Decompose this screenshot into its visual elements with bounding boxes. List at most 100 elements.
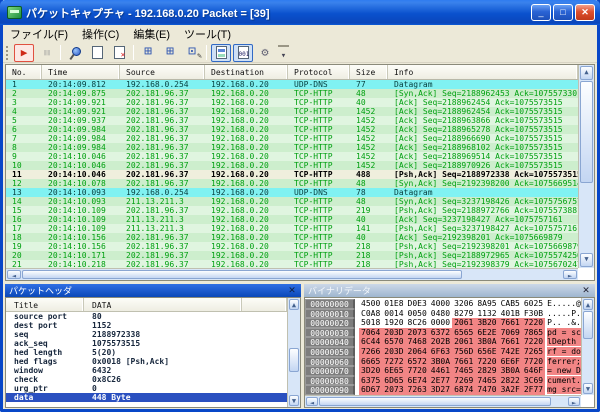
minimize-button[interactable]: _ — [531, 4, 551, 21]
header-column-data[interactable]: DATA — [84, 298, 242, 311]
hex-offset[interactable]: 00000050 — [305, 347, 355, 357]
column-header-source[interactable]: Source — [120, 65, 205, 79]
packet-row[interactable]: 820:14:09.984202.181.96.37192.168.0.20TC… — [6, 143, 578, 152]
hex-offset[interactable]: 00000000 — [305, 299, 355, 309]
toolbar-overflow-button[interactable] — [278, 45, 289, 61]
packet-row[interactable]: 320:14:09.921202.181.96.37192.168.0.20TC… — [6, 98, 578, 107]
packet-header-panel-titlebar[interactable]: パケットヘッダ ✕ — [5, 284, 301, 297]
vscroll-thumb[interactable] — [583, 311, 593, 339]
scroll-down-icon[interactable]: ▼ — [580, 253, 593, 267]
close-icon[interactable]: ✕ — [581, 285, 591, 296]
close-icon[interactable]: ✕ — [287, 285, 297, 296]
hex-row[interactable]: 000000606665727265723B0A766172206E6F7720… — [305, 357, 581, 367]
packet-row[interactable]: 1920:14:10.156202.181.96.37192.168.0.20T… — [6, 242, 578, 251]
header-field-row[interactable]: check0x8C26 — [6, 375, 287, 384]
hex-row[interactable]: 000000703D206E6577204461746528293B0A646F… — [305, 366, 581, 376]
hex-row[interactable]: 00000010C0A800140050048082791132401BF30B… — [305, 309, 581, 319]
packet-row[interactable]: 720:14:09.984202.181.96.37192.168.0.20TC… — [6, 134, 578, 143]
packet-row[interactable]: 1520:14:10.109202.181.96.37192.168.0.20T… — [6, 206, 578, 215]
scroll-up-icon[interactable]: ▲ — [289, 299, 299, 310]
header-field-row[interactable]: ack_seq1075573515 — [6, 339, 287, 348]
header-column-title[interactable]: Title — [6, 298, 84, 311]
title-bar[interactable]: パケットキャプチャ - 192.168.0.20 Packet = [39] _… — [0, 0, 600, 25]
column-fit-button[interactable] — [138, 44, 158, 62]
packet-list-hscrollbar[interactable]: ◄ ► — [6, 268, 578, 280]
header-field-row[interactable]: window6432 — [6, 366, 287, 375]
hex-row[interactable]: 00000020501819208C26000020613B2076617220… — [305, 318, 581, 328]
packet-row[interactable]: 1420:14:10.093211.13.211.3192.168.0.20TC… — [6, 197, 578, 206]
header-field-row[interactable]: data448 Byte — [6, 393, 287, 402]
hex-row[interactable]: 00000000450001E8D0E3400032068A95CAB56025… — [305, 299, 581, 309]
binary-view-button[interactable] — [233, 44, 253, 62]
column-header-size[interactable]: Size — [350, 65, 388, 79]
packet-row[interactable]: 920:14:10.046202.181.96.37192.168.0.20TC… — [6, 152, 578, 161]
binary-hscrollbar[interactable]: ◄ ► — [305, 395, 581, 407]
hscroll-thumb[interactable] — [319, 397, 551, 406]
scroll-down-icon[interactable]: ▼ — [583, 383, 593, 394]
binary-vscrollbar[interactable]: ▲ ▼ — [581, 298, 594, 395]
column-header-info[interactable]: Info — [388, 65, 578, 79]
pause-capture-button[interactable]: ▮▮ — [36, 44, 56, 62]
packet-row[interactable]: 1720:14:10.109211.13.211.3192.168.0.20TC… — [6, 224, 578, 233]
packet-row[interactable]: 520:14:09.937202.181.96.37192.168.0.20TC… — [6, 116, 578, 125]
hex-offset[interactable]: 00000070 — [305, 366, 355, 376]
close-button[interactable]: ✕ — [575, 4, 595, 21]
packet-row[interactable]: 1820:14:10.156202.181.96.37192.168.0.20T… — [6, 233, 578, 242]
hex-offset[interactable]: 00000090 — [305, 385, 355, 395]
menu-item-file[interactable]: ファイル(F) — [3, 24, 75, 44]
hex-row[interactable]: 0000008063756D656E742E777269746528223C69… — [305, 376, 581, 386]
header-field-row[interactable]: dest port1152 — [6, 321, 287, 330]
edit-list-button[interactable] — [182, 44, 202, 62]
packet-row[interactable]: 2020:14:10.171202.181.96.37192.168.0.20T… — [6, 251, 578, 260]
packet-row[interactable]: 1620:14:10.109211.13.211.3192.168.0.20TC… — [6, 215, 578, 224]
packet-row[interactable]: 120:14:09.812192.168.0.254192.168.0.20UD… — [6, 80, 578, 89]
packet-list-vscrollbar[interactable]: ▲ ▼ — [578, 65, 594, 268]
column-header-destination[interactable]: Destination — [205, 65, 288, 79]
hex-offset[interactable]: 00000060 — [305, 357, 355, 367]
scroll-left-icon[interactable]: ◄ — [306, 397, 318, 406]
packet-row[interactable]: 1220:14:10.078202.181.96.37192.168.0.20T… — [6, 179, 578, 188]
header-field-row[interactable]: hed length5(20) — [6, 348, 287, 357]
column-header-time[interactable]: Time — [42, 65, 120, 79]
clear-capture-button[interactable] — [109, 44, 129, 62]
menu-item-operation[interactable]: 操作(C) — [75, 24, 126, 44]
header-field-row[interactable]: source port80 — [6, 312, 287, 321]
scroll-right-icon[interactable]: ► — [563, 270, 577, 279]
hex-offset[interactable]: 00000030 — [305, 328, 355, 338]
packet-header-vscrollbar[interactable]: ▲ ▼ — [287, 298, 300, 407]
packet-row[interactable]: 1320:14:10.093192.168.0.254192.168.0.20U… — [6, 188, 578, 197]
hscroll-thumb[interactable] — [22, 270, 462, 279]
hex-row[interactable]: 000000906D67207372633D27687474703A2F2F77… — [305, 385, 581, 395]
vscroll-thumb[interactable] — [289, 348, 299, 372]
menu-item-tools[interactable]: ツール(T) — [177, 24, 238, 44]
packet-row[interactable]: 420:14:09.921202.181.96.37192.168.0.20TC… — [6, 107, 578, 116]
hex-offset[interactable]: 00000080 — [305, 376, 355, 386]
hex-row[interactable]: 000000507266203D20646F63756D656E742E7265… — [305, 347, 581, 357]
vscroll-thumb[interactable] — [580, 81, 593, 183]
binary-data-panel-titlebar[interactable]: バイナリデータ ✕ — [304, 284, 595, 297]
column-header-protocol[interactable]: Protocol — [288, 65, 350, 79]
scroll-right-icon[interactable]: ► — [568, 397, 580, 406]
pin-button[interactable] — [65, 44, 85, 62]
scroll-left-icon[interactable]: ◄ — [7, 270, 21, 279]
packet-header-view-button[interactable] — [211, 44, 231, 62]
settings-button[interactable] — [255, 44, 275, 62]
scroll-down-icon[interactable]: ▼ — [289, 395, 299, 406]
start-capture-button[interactable]: ▶ — [14, 44, 34, 62]
column-layout-button[interactable] — [160, 44, 180, 62]
scroll-up-icon[interactable]: ▲ — [580, 66, 593, 80]
hex-row[interactable]: 000000406C4465707468202B20613B0A76617220… — [305, 337, 581, 347]
header-field-row[interactable]: hed flags0x0018 [Psh,Ack] — [6, 357, 287, 366]
packet-row[interactable]: 620:14:09.984202.181.96.37192.168.0.20TC… — [6, 125, 578, 134]
new-capture-button[interactable] — [87, 44, 107, 62]
packet-row[interactable]: 1120:14:10.046202.181.96.37192.168.0.20T… — [6, 170, 578, 179]
hex-offset[interactable]: 00000010 — [305, 309, 355, 319]
maximize-button[interactable]: □ — [553, 4, 573, 21]
toolbar-grip[interactable] — [6, 46, 10, 60]
hex-offset[interactable]: 00000040 — [305, 337, 355, 347]
hex-offset[interactable]: 00000020 — [305, 318, 355, 328]
menu-item-edit[interactable]: 編集(E) — [126, 24, 177, 44]
packet-row[interactable]: 220:14:09.875202.181.96.37192.168.0.20TC… — [6, 89, 578, 98]
header-field-row[interactable]: urg_ptr0 — [6, 384, 287, 393]
header-field-row[interactable]: seq2188972338 — [6, 330, 287, 339]
